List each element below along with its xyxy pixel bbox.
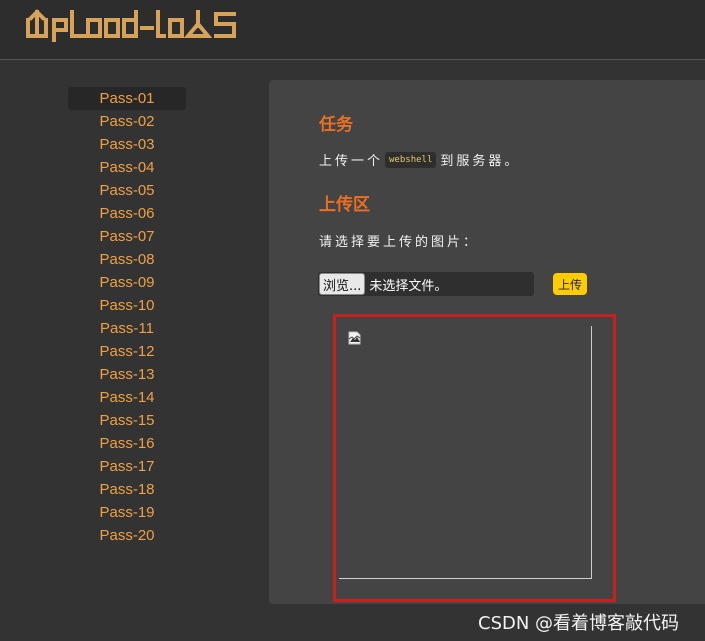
sidebar-item-pass-10[interactable]: Pass-10 xyxy=(68,294,186,317)
upload-labs-logo[interactable] xyxy=(26,6,258,46)
sidebar-item-pass-06[interactable]: Pass-06 xyxy=(68,202,186,225)
sidebar-item-pass-19[interactable]: Pass-19 xyxy=(68,501,186,524)
sidebar-item-pass-15[interactable]: Pass-15 xyxy=(68,409,186,432)
upload-button[interactable]: 上传 xyxy=(553,273,587,295)
level-sidebar: Pass-01 Pass-02 Pass-03 Pass-04 Pass-05 Pass-… xyxy=(68,87,186,547)
upload-heading: 上传区 xyxy=(319,195,370,215)
uploaded-image-preview xyxy=(339,326,592,579)
csdn-watermark: CSDN @看着博客敲代码 xyxy=(478,613,680,634)
browse-button[interactable]: 浏览... xyxy=(319,273,366,295)
file-input[interactable]: 浏览... 未选择文件。 xyxy=(318,272,534,296)
webshell-code: webshell xyxy=(385,151,437,168)
task-heading: 任务 xyxy=(319,115,353,135)
sidebar-item-pass-11[interactable]: Pass-11 xyxy=(68,317,186,340)
upload-prompt: 请选择要上传的图片： xyxy=(319,235,480,250)
sidebar-item-pass-03[interactable]: Pass-03 xyxy=(68,133,186,156)
sidebar-item-pass-09[interactable]: Pass-09 xyxy=(68,271,186,294)
sidebar-item-pass-08[interactable]: Pass-08 xyxy=(68,248,186,271)
sidebar-item-pass-07[interactable]: Pass-07 xyxy=(68,225,186,248)
sidebar-item-pass-13[interactable]: Pass-13 xyxy=(68,363,186,386)
task-description: 上传一个 webshell 到服务器。 xyxy=(319,150,520,169)
preview-highlight-frame xyxy=(333,314,616,602)
sidebar-item-pass-05[interactable]: Pass-05 xyxy=(68,179,186,202)
task-text-after: 到服务器。 xyxy=(440,154,521,169)
sidebar-item-pass-16[interactable]: Pass-16 xyxy=(68,432,186,455)
sidebar-item-pass-01[interactable]: Pass-01 xyxy=(68,87,186,110)
sidebar-item-pass-12[interactable]: Pass-12 xyxy=(68,340,186,363)
site-header xyxy=(0,0,705,60)
sidebar-item-pass-14[interactable]: Pass-14 xyxy=(68,386,186,409)
sidebar-item-pass-20[interactable]: Pass-20 xyxy=(68,524,186,547)
sidebar-item-pass-17[interactable]: Pass-17 xyxy=(68,455,186,478)
sidebar-item-pass-18[interactable]: Pass-18 xyxy=(68,478,186,501)
file-status: 未选择文件。 xyxy=(369,278,448,294)
sidebar-item-pass-04[interactable]: Pass-04 xyxy=(68,156,186,179)
sidebar-item-pass-02[interactable]: Pass-02 xyxy=(68,110,186,133)
task-text-before: 上传一个 xyxy=(319,154,384,169)
broken-image-icon xyxy=(348,331,361,345)
